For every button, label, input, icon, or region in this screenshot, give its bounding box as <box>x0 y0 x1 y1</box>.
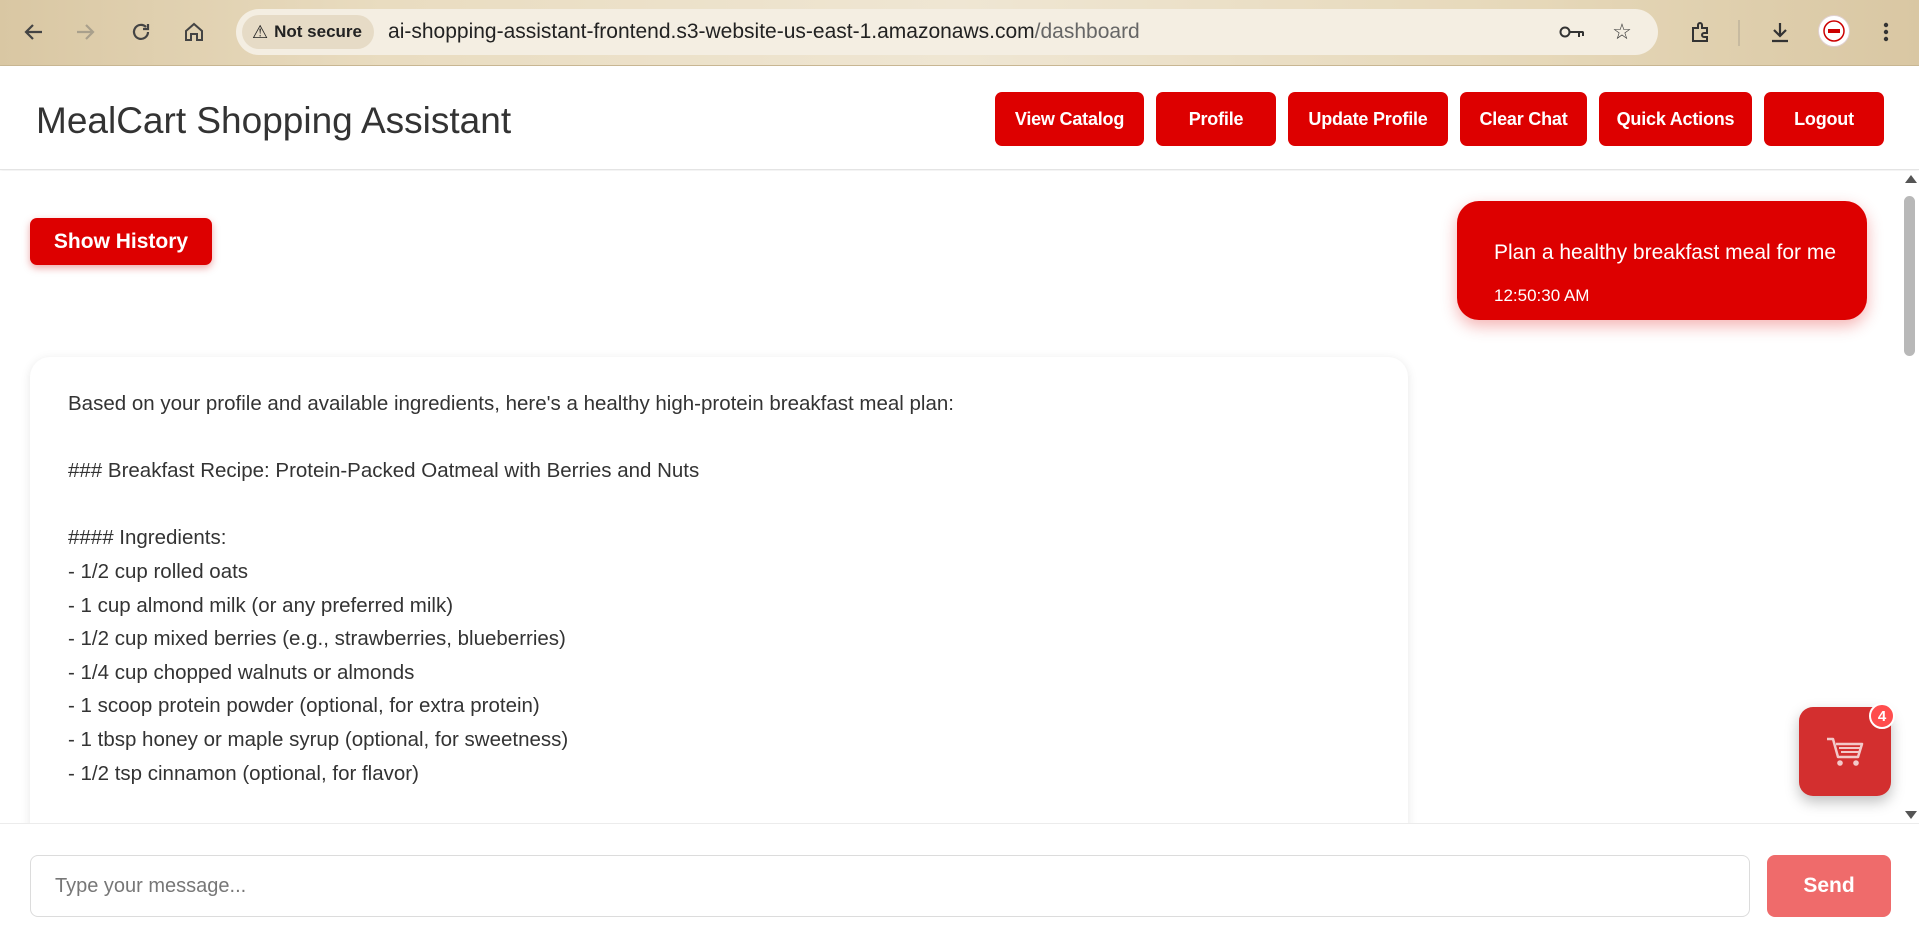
assistant-message-line <box>68 421 954 455</box>
address-bar[interactable]: ⚠ Not secure ai-shopping-assistant-front… <box>236 9 1658 55</box>
message-timestamp: 12:50:30 AM <box>1494 286 1590 305</box>
cart-count-badge: 4 <box>1869 703 1895 729</box>
url-text[interactable]: ai-shopping-assistant-frontend.s3-websit… <box>388 20 1140 44</box>
assistant-message-line: - 1 tbsp honey or maple syrup (optional,… <box>68 727 569 751</box>
url-path: /dashboard <box>1034 20 1140 43</box>
scroll-thumb[interactable] <box>1904 196 1915 356</box>
cart-icon <box>1827 737 1864 766</box>
url-host: ai-shopping-assistant-frontend.s3-websit… <box>388 20 1035 43</box>
app-header: MealCart Shopping Assistant View Catalog… <box>0 66 1919 170</box>
clear-chat-button[interactable]: Clear Chat <box>1460 92 1587 146</box>
assistant-message-line: - 1 scoop protein powder (optional, for … <box>68 694 540 718</box>
logout-button[interactable]: Logout <box>1764 92 1884 146</box>
forward-icon[interactable] <box>67 14 103 50</box>
assistant-message-line: Based on your profile and available ingr… <box>68 392 954 415</box>
back-icon[interactable] <box>16 14 52 50</box>
composer: Send <box>0 823 1919 944</box>
update-profile-button[interactable]: Update Profile <box>1288 92 1448 146</box>
assistant-message-line: - 1/4 cup chopped walnuts or almonds <box>68 660 415 684</box>
extensions-icon[interactable] <box>1683 14 1719 50</box>
profile-button[interactable]: Profile <box>1156 92 1276 146</box>
page-title: MealCart Shopping Assistant <box>36 100 512 141</box>
send-button[interactable]: Send <box>1767 855 1891 917</box>
scroll-up-arrow-icon[interactable] <box>1905 175 1917 183</box>
profile-avatar[interactable] <box>1818 15 1850 47</box>
warning-icon: ⚠ <box>252 21 269 42</box>
assistant-message-line: - 1/2 tsp cinnamon (optional, for flavor… <box>68 761 419 785</box>
browser-toolbar: ⚠ Not secure ai-shopping-assistant-front… <box>0 0 1919 66</box>
assistant-message-line: - 1 cup almond milk (or any preferred mi… <box>68 593 454 617</box>
assistant-message-text: Based on your profile and available ingr… <box>68 387 954 790</box>
quick-actions-button[interactable]: Quick Actions <box>1599 92 1752 146</box>
show-history-button[interactable]: Show History <box>30 218 212 265</box>
view-catalog-button[interactable]: View Catalog <box>995 92 1144 146</box>
assistant-message-line: - 1/2 cup rolled oats <box>68 559 249 583</box>
user-message-text: Plan a healthy breakfast meal for me <box>1494 241 1837 264</box>
star-icon[interactable]: ☆ <box>1608 18 1636 46</box>
home-icon[interactable] <box>176 14 212 50</box>
site-info-chip[interactable]: ⚠ Not secure <box>242 15 375 49</box>
user-message-bubble: Plan a healthy breakfast meal for me 12:… <box>1457 201 1867 320</box>
chat-messages[interactable]: Show History Plan a healthy breakfast me… <box>0 171 1919 823</box>
download-icon[interactable] <box>1762 14 1798 50</box>
toolbar-divider <box>1738 20 1740 46</box>
menu-icon[interactable] <box>1868 14 1904 50</box>
scroll-down-arrow-icon[interactable] <box>1905 811 1917 819</box>
assistant-message-line <box>68 488 954 522</box>
assistant-message-line: ### Breakfast Recipe: Protein-Packed Oat… <box>68 459 700 483</box>
assistant-message-line: #### Ingredients: <box>68 526 227 550</box>
security-label: Not secure <box>274 22 363 41</box>
assistant-message-line: - 1/2 cup mixed berries (e.g., strawberr… <box>68 627 566 651</box>
chat-scrollbar[interactable] <box>1901 171 1919 823</box>
reload-icon[interactable] <box>123 14 159 50</box>
key-icon[interactable] <box>1558 18 1586 46</box>
assistant-message-card: Based on your profile and available ingr… <box>30 357 1408 823</box>
message-input[interactable] <box>30 855 1750 917</box>
